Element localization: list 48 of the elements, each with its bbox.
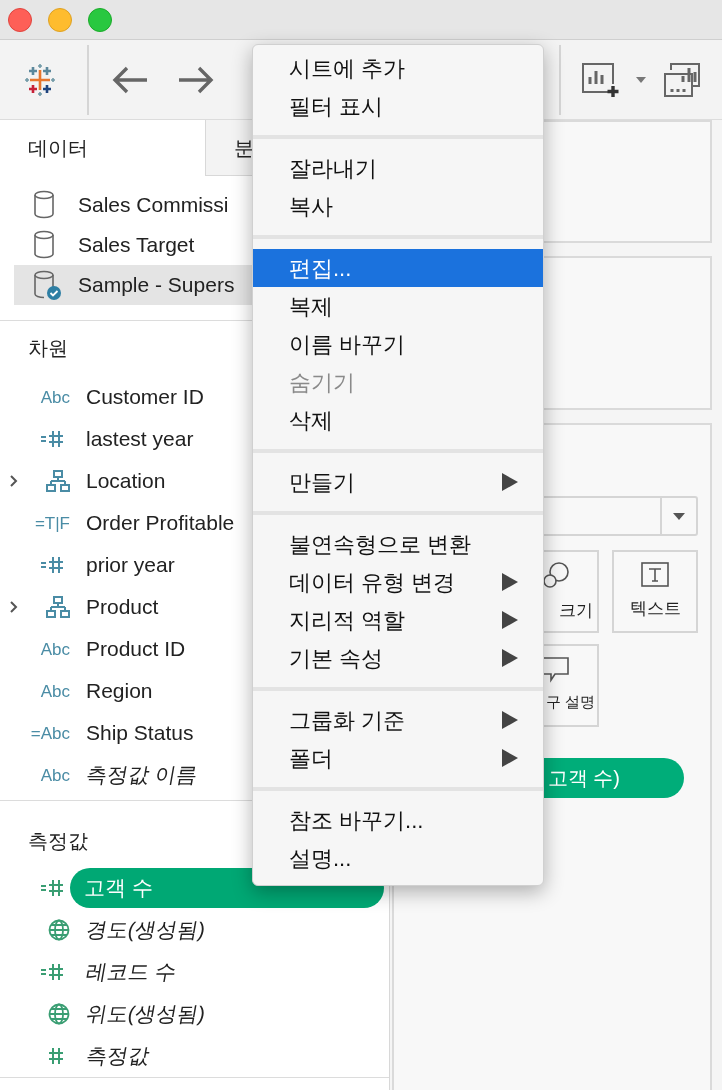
close-window-button[interactable] [8, 7, 32, 32]
section-title: 차원 [28, 337, 68, 359]
hierarchy-icon [46, 596, 70, 618]
field-name[interactable]: 레코드 수 [83, 956, 179, 988]
menu-item[interactable]: 시트에 추가 [253, 49, 543, 87]
menu-item[interactable]: 편집... [253, 249, 543, 287]
field-name[interactable]: 위도(생성됨) [83, 998, 208, 1030]
field-name[interactable]: Product ID [86, 633, 186, 665]
globe-icon [48, 919, 70, 941]
data-type-label: Abc [40, 682, 70, 700]
menu-item[interactable]: 폴더 [253, 739, 543, 777]
new-chart-icon[interactable] [581, 61, 621, 98]
expand-chevron-icon[interactable] [9, 474, 19, 488]
forward-arrow-icon[interactable] [177, 64, 215, 95]
field-name[interactable]: Region [86, 675, 153, 707]
field-name[interactable]: Customer ID [86, 381, 204, 413]
field-name[interactable]: 측정값 [83, 1040, 152, 1072]
field-name[interactable]: Location [86, 465, 166, 497]
menu-item[interactable]: 잘라내기 [253, 149, 543, 187]
globe-icon [48, 1003, 70, 1025]
hierarchy-icon [46, 470, 70, 492]
field-name[interactable]: lastest year [86, 423, 194, 455]
field-name[interactable]: Order Profitable [86, 507, 235, 539]
section-title: 측정값 [28, 830, 88, 852]
data-type-label: Abc [40, 640, 70, 658]
logo-icon[interactable] [24, 63, 56, 96]
text-t-icon [641, 561, 669, 588]
data-type-label: Abc [40, 766, 70, 784]
expand-chevron-icon[interactable] [9, 600, 19, 614]
data-type-label: =T|F [34, 514, 70, 532]
field-name[interactable]: prior year [86, 549, 175, 581]
menu-item[interactable]: 이름 바꾸기 [253, 325, 543, 363]
dashboard-icon[interactable] [663, 61, 701, 98]
menu-item[interactable]: 복사 [253, 187, 543, 225]
data-type-label: =Abc [30, 724, 70, 742]
field-name[interactable]: Ship Status [86, 717, 194, 749]
field-name[interactable]: 경도(생성됨) [83, 914, 208, 946]
back-arrow-icon[interactable] [111, 64, 149, 95]
menu-item[interactable]: 만들기 [253, 463, 543, 501]
data-type-label: Abc [40, 388, 70, 406]
dropdown-caret-icon[interactable] [635, 75, 647, 84]
field-name[interactable]: Product [86, 591, 159, 623]
mark-property-button[interactable]: 텍스트 [612, 550, 698, 633]
field-name[interactable]: 측정값 이름 [83, 759, 200, 791]
menu-item[interactable]: 참조 바꾸기... [253, 801, 543, 839]
menu-item[interactable]: 삭제 [253, 401, 543, 439]
dropdown-caret-icon [672, 511, 686, 521]
menu-item[interactable]: 필터 표시 [253, 87, 543, 125]
